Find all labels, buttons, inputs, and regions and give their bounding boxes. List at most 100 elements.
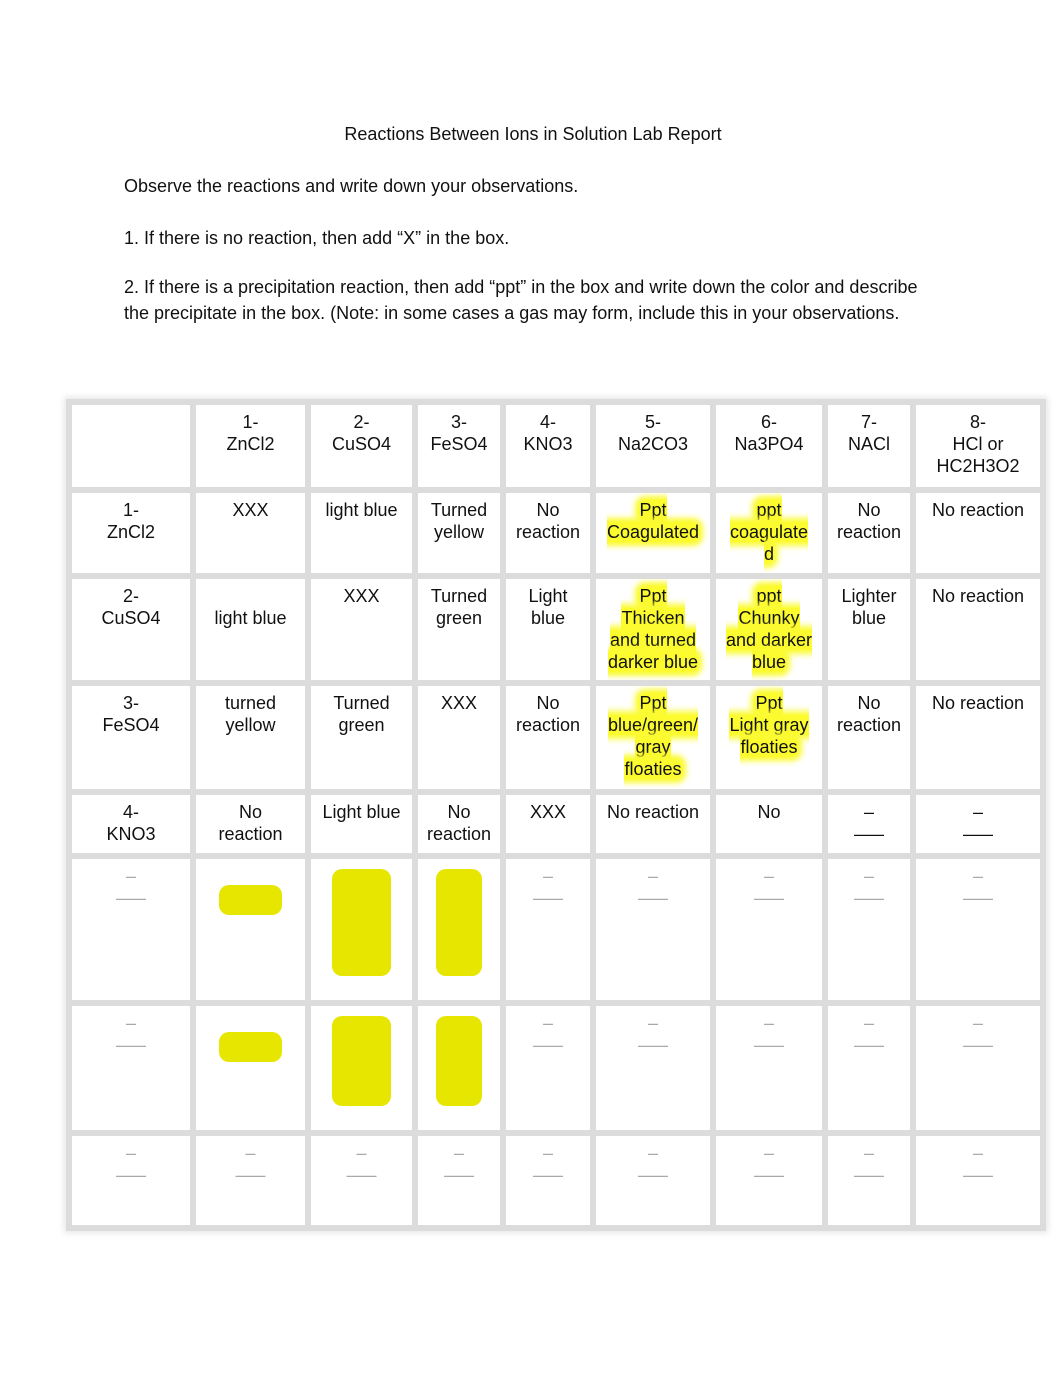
table-cell[interactable]: No reaction xyxy=(910,487,1046,579)
redacted-text: ‒ ‒‒‒ xyxy=(637,1143,669,1185)
instruction-2: 2. If there is a precipitation reaction,… xyxy=(124,277,918,323)
table-cell[interactable]: XXX xyxy=(190,487,311,579)
table-cell[interactable]: No reaction xyxy=(822,680,916,795)
cell-text: No reaction xyxy=(836,693,902,735)
row-header-label: 4- KNO3 xyxy=(106,802,156,844)
redacted-text: ‒ ‒‒‒ xyxy=(753,1143,785,1185)
table-cell[interactable]: Lighter blue xyxy=(822,573,916,686)
cell-text: XXX xyxy=(343,586,380,606)
table-cell[interactable]: Ppt Thicken and turned darker blue xyxy=(590,573,716,686)
reaction-table: 1- ZnCl2 2- CuSO4 3- FeSO4 4- KNO3 5- Na2CO3… xyxy=(66,399,1046,1231)
cell-text: Turned yellow xyxy=(430,500,488,542)
column-header-label: 3- FeSO4 xyxy=(430,412,488,454)
table-cell[interactable]: ppt Chunky and darker blue xyxy=(710,573,828,686)
table-cell[interactable]: No reaction xyxy=(822,487,916,579)
column-header-label: 8- HCl or HC2H3O2 xyxy=(936,412,1020,476)
redacted-text xyxy=(435,1016,483,1106)
redacted-text xyxy=(332,869,391,976)
redacted-text: ‒ ‒‒‒ xyxy=(853,802,885,844)
column-header: 8- HCl or HC2H3O2 xyxy=(910,399,1046,493)
row-header: 4- KNO3 xyxy=(66,789,196,859)
table-cell[interactable]: XXX xyxy=(500,789,596,859)
column-header: 6- Na3PO4 xyxy=(710,399,828,493)
redacted-cell: ‒ ‒‒‒ xyxy=(710,1000,828,1136)
redacted-cell: ‒ ‒‒‒ xyxy=(710,1130,828,1231)
table-cell[interactable]: Ppt Coagulated xyxy=(590,487,716,579)
table-cell[interactable]: No reaction xyxy=(910,573,1046,686)
table-cell[interactable]: Turned yellow xyxy=(412,487,506,579)
cell-text: Ppt Light gray floaties xyxy=(729,693,809,757)
cell-text: Ppt Coagulated xyxy=(606,500,700,542)
redacted-text xyxy=(332,1016,391,1106)
row-header: 2- CuSO4 xyxy=(66,573,196,686)
redacted-cell: ‒ ‒‒‒ xyxy=(590,853,716,1006)
redacted-text: ‒ ‒‒‒ xyxy=(532,866,564,908)
redacted-cell: ‒ ‒‒‒ xyxy=(910,1000,1046,1136)
table-cell[interactable]: Ppt Light gray floaties xyxy=(710,680,828,795)
cell-text: No reaction xyxy=(426,802,492,844)
table-cell[interactable]: light blue xyxy=(190,573,311,686)
redacted-cell: ‒ ‒‒‒ xyxy=(500,1130,596,1231)
redacted-cell: ‒ ‒‒‒ xyxy=(590,1000,716,1136)
table-cell[interactable]: No reaction xyxy=(412,789,506,859)
table-cell[interactable]: Turned green xyxy=(305,680,418,795)
redacted-text: ‒ ‒‒‒ xyxy=(532,1143,564,1185)
table-cell[interactable]: No reaction xyxy=(910,680,1046,795)
table-cell[interactable]: Ppt blue/green/ gray floaties xyxy=(590,680,716,795)
column-header: 4- KNO3 xyxy=(500,399,596,493)
cell-text: No reaction xyxy=(931,500,1025,520)
cell-text: Turned green xyxy=(430,586,488,628)
cell-text: Lighter blue xyxy=(841,586,897,628)
table-cell[interactable]: No xyxy=(710,789,828,859)
cell-text: turned yellow xyxy=(224,693,277,735)
table-cell[interactable]: XXX xyxy=(305,573,418,686)
table-row: 4- KNO3 No reaction Light blue No reaction X… xyxy=(66,789,1046,859)
redacted-cell: ‒ ‒‒‒ xyxy=(910,853,1046,1006)
table-cell[interactable]: Turned green xyxy=(412,573,506,686)
redacted-text: ‒ ‒‒‒ xyxy=(115,1143,147,1185)
row-header-label: 2- CuSO4 xyxy=(101,586,161,628)
redacted-text: ‒ ‒‒‒ xyxy=(115,866,147,908)
cell-text: No reaction xyxy=(931,586,1025,606)
redacted-text: ‒ ‒‒‒ xyxy=(853,866,885,908)
table-cell[interactable]: ‒ ‒‒‒ xyxy=(910,789,1046,859)
row-header-label: 1- ZnCl2 xyxy=(106,500,155,542)
table-cell[interactable]: No reaction xyxy=(190,789,311,859)
table-cell[interactable]: Light blue xyxy=(500,573,596,686)
cell-text: No reaction xyxy=(606,802,700,822)
table-cell[interactable]: No reaction xyxy=(590,789,716,859)
redacted-text: ‒ ‒‒‒ xyxy=(853,1013,885,1055)
instruction-1: 1. If there is no reaction, then add “X”… xyxy=(124,228,510,248)
row-header: 3- FeSO4 xyxy=(66,680,196,795)
column-header-label: 2- CuSO4 xyxy=(331,412,392,454)
column-header: 5- Na2CO3 xyxy=(590,399,716,493)
cell-text: Ppt Thicken and turned darker blue xyxy=(607,586,699,672)
redacted-cell: ‒ ‒‒‒ xyxy=(190,1130,311,1231)
redacted-cell: ‒ ‒‒‒ xyxy=(66,1130,196,1231)
table-cell[interactable]: light blue xyxy=(305,487,418,579)
table-row: 3- FeSO4 turned yellow Turned green XXX No r… xyxy=(66,680,1046,795)
table-cell[interactable]: turned yellow xyxy=(190,680,311,795)
table-cell[interactable]: ppt coagulate d xyxy=(710,487,828,579)
redacted-cell: ‒ ‒‒‒ xyxy=(822,1000,916,1136)
table-cell[interactable]: No reaction xyxy=(500,680,596,795)
redacted-cell xyxy=(412,853,506,1006)
redacted-cell: ‒ ‒‒‒ xyxy=(412,1130,506,1231)
redacted-text: ‒ ‒‒‒ xyxy=(115,1013,147,1055)
column-header-label: 6- Na3PO4 xyxy=(734,412,804,454)
table-cell[interactable]: ‒ ‒‒‒ xyxy=(822,789,916,859)
redacted-text: ‒ ‒‒‒ xyxy=(532,1013,564,1055)
table-cell[interactable]: No reaction xyxy=(500,487,596,579)
redacted-row: ‒ ‒‒‒ ‒ ‒‒‒ ‒ ‒‒‒ ‒ ‒‒‒ ‒ ‒‒‒ ‒ ‒‒‒ xyxy=(66,1000,1046,1136)
cell-text: No reaction xyxy=(515,500,581,542)
redacted-text: ‒ ‒‒‒ xyxy=(346,1143,377,1185)
cell-text: XXX xyxy=(232,500,269,520)
cell-text: Light blue xyxy=(322,802,401,822)
redacted-cell xyxy=(412,1000,506,1136)
table-cell[interactable]: Light blue xyxy=(305,789,418,859)
redacted-text: ‒ ‒‒‒ xyxy=(443,1143,475,1185)
redacted-text: ‒ ‒‒‒ xyxy=(637,866,669,908)
cell-text: Light blue xyxy=(528,586,568,628)
redacted-cell: ‒ ‒‒‒ xyxy=(500,853,596,1006)
table-cell[interactable]: XXX xyxy=(412,680,506,795)
